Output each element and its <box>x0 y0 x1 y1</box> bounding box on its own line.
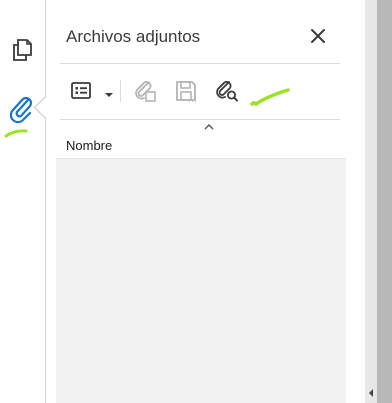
panel-title: Archivos adjuntos <box>66 27 201 46</box>
document-area-edge <box>377 0 392 403</box>
attachments-toolbar <box>60 72 340 112</box>
search-attachment-icon <box>216 81 238 102</box>
chevron-down-icon <box>105 93 113 97</box>
divider <box>60 63 340 64</box>
options-dropdown-button[interactable] <box>104 86 114 97</box>
scroll-arrow-icon[interactable] <box>367 388 375 398</box>
open-attachment-button[interactable] <box>132 78 158 104</box>
options-list-icon <box>71 82 91 99</box>
attachments-panel: Archivos adjuntos Nombre <box>46 0 354 403</box>
toolbar-divider <box>120 80 121 102</box>
highlighter-mark <box>4 129 28 138</box>
column-header-name[interactable]: Nombre <box>56 132 346 159</box>
highlighter-mark <box>250 88 290 107</box>
pages-panel-button[interactable] <box>8 36 36 64</box>
sort-ascending-icon <box>204 124 214 130</box>
open-attachment-icon <box>135 81 156 102</box>
navigation-rail <box>0 0 46 403</box>
close-icon <box>311 29 325 43</box>
divider <box>60 119 340 120</box>
options-button[interactable] <box>68 78 94 104</box>
vertical-scrollbar[interactable] <box>365 0 377 403</box>
column-header-label: Nombre <box>66 138 113 153</box>
attachments-list[interactable] <box>56 159 346 403</box>
close-panel-button[interactable] <box>308 26 328 46</box>
save-attachment-icon <box>176 81 196 102</box>
search-attachment-button[interactable] <box>214 78 240 104</box>
panel-splitter[interactable] <box>356 0 364 403</box>
save-attachment-button[interactable] <box>173 78 199 104</box>
pages-icon <box>13 39 32 61</box>
